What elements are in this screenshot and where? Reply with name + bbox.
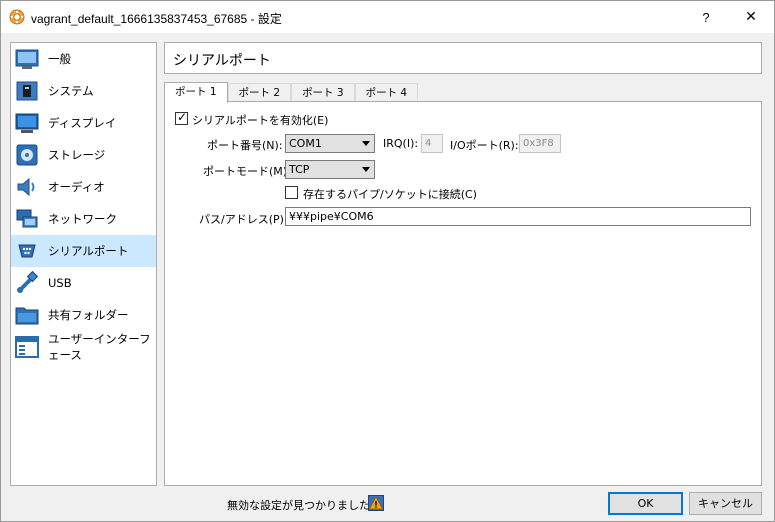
- chevron-down-icon: [362, 141, 370, 146]
- network-icon: [16, 209, 38, 228]
- tab-port-4[interactable]: ポート 4: [354, 83, 419, 102]
- sidebar-item-storage[interactable]: ストレージ: [11, 139, 156, 171]
- shared-folder-icon: [15, 307, 39, 325]
- port-number-label: ポート番号(N):: [207, 139, 283, 152]
- chevron-down-icon: [362, 167, 370, 172]
- sidebar-item-serial-port[interactable]: シリアルポート: [11, 235, 156, 267]
- sidebar-item-general[interactable]: 一般: [11, 43, 156, 75]
- sidebar-item-label: ユーザーインターフェース: [48, 332, 151, 362]
- user-interface-icon: [15, 336, 39, 358]
- settings-dialog: vagrant_default_1666135837453_67685 - 設定…: [0, 0, 775, 522]
- general-icon: [15, 49, 39, 69]
- irq-label: IRQ(I):: [383, 137, 419, 150]
- sidebar-item-label: ディスプレイ: [48, 116, 117, 130]
- help-button[interactable]: ?: [683, 1, 729, 33]
- enable-serial-port-label: シリアルポートを有効化(E): [192, 114, 329, 127]
- sidebar-item-system[interactable]: システム: [11, 75, 156, 107]
- checkmark-icon: ✓: [177, 110, 188, 124]
- audio-icon: [17, 177, 35, 197]
- sidebar-item-label: 共有フォルダー: [48, 308, 129, 322]
- sidebar-item-display[interactable]: ディスプレイ: [11, 107, 156, 139]
- port-settings-panel: ✓ シリアルポートを有効化(E) ポート番号(N): COM1 IRQ(I): …: [164, 101, 762, 486]
- port-number-select[interactable]: COM1: [285, 134, 375, 153]
- sidebar-item-user-interface[interactable]: ユーザーインターフェース: [11, 331, 156, 363]
- storage-icon: [16, 144, 38, 166]
- sidebar-item-audio[interactable]: オーディオ: [11, 171, 156, 203]
- sidebar-item-label: 一般: [48, 52, 71, 66]
- sidebar-item-label: USB: [48, 276, 72, 290]
- virtualbox-app-icon: [9, 9, 25, 25]
- tab-port-2[interactable]: ポート 2: [227, 83, 292, 102]
- page-header: シリアルポート: [164, 42, 762, 74]
- port-tabs: ポート 1 ポート 2 ポート 3 ポート 4: [164, 82, 419, 103]
- sidebar-item-label: シリアルポート: [48, 244, 129, 258]
- warning-icon[interactable]: [368, 495, 384, 511]
- enable-serial-port-checkbox[interactable]: ✓: [175, 110, 188, 125]
- path-address-label: パス/アドレス(P):: [199, 213, 288, 226]
- usb-icon: [17, 271, 39, 293]
- path-address-field[interactable]: ¥¥¥pipe¥COM6: [285, 207, 751, 226]
- display-icon: [15, 113, 39, 133]
- port-mode-select[interactable]: TCP: [285, 160, 375, 179]
- title-bar: vagrant_default_1666135837453_67685 - 設定…: [1, 1, 774, 33]
- settings-sidebar: 一般 システム ディスプレイ ストレージ オーディオ ネットワーク シリアルポー…: [10, 42, 157, 486]
- sidebar-item-label: ネットワーク: [48, 212, 117, 226]
- page-title: シリアルポート: [173, 52, 271, 68]
- sidebar-item-usb[interactable]: USB: [11, 267, 156, 299]
- cancel-button[interactable]: キャンセル: [689, 492, 762, 515]
- sidebar-item-network[interactable]: ネットワーク: [11, 203, 156, 235]
- tab-port-3[interactable]: ポート 3: [291, 83, 355, 102]
- window-title: vagrant_default_1666135837453_67685 - 設定: [31, 12, 282, 26]
- ok-button[interactable]: OK: [608, 492, 683, 515]
- system-icon: [16, 81, 38, 101]
- io-port-label: I/Oポート(R):: [450, 139, 519, 152]
- irq-field[interactable]: 4: [421, 134, 443, 153]
- sidebar-item-label: システム: [48, 84, 94, 98]
- connect-existing-checkbox[interactable]: [285, 186, 298, 199]
- serial-port-icon: [18, 244, 36, 258]
- port-number-value: COM1: [289, 137, 322, 150]
- status-message: 無効な設定が見つかりました: [227, 499, 370, 512]
- tab-port-1[interactable]: ポート 1: [164, 82, 228, 103]
- port-mode-label: ポートモード(M):: [203, 165, 291, 178]
- port-mode-value: TCP: [289, 163, 310, 176]
- sidebar-item-label: オーディオ: [48, 180, 105, 194]
- connect-existing-label: 存在するパイプ/ソケットに接続(C): [303, 188, 477, 201]
- sidebar-item-label: ストレージ: [48, 148, 106, 162]
- io-port-field[interactable]: 0x3F8: [519, 134, 561, 153]
- close-icon[interactable]: ✕: [728, 1, 774, 33]
- sidebar-item-shared-folder[interactable]: 共有フォルダー: [11, 299, 156, 331]
